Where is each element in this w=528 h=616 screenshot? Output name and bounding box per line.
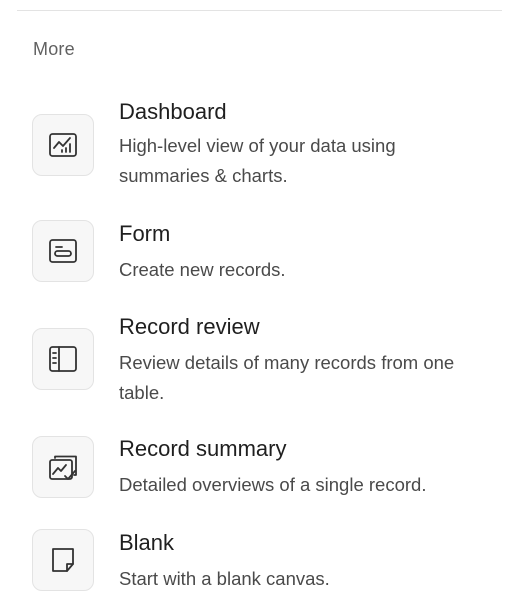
- section-title: More: [33, 39, 75, 59]
- record-summary-title: Record summary: [119, 436, 287, 461]
- option-record-review[interactable]: Record review Review details of many rec…: [32, 313, 502, 408]
- record-review-icon-tile: [32, 328, 94, 390]
- image-check-icon: [49, 455, 77, 480]
- sidebar-layout-icon: [49, 346, 77, 372]
- option-dashboard[interactable]: Dashboard High-level view of your data u…: [32, 98, 502, 193]
- option-record-summary[interactable]: Record summary Detailed overviews of a s…: [32, 435, 502, 505]
- dashboard-description: High-level view of your data using summa…: [119, 135, 396, 186]
- dashboard-title: Dashboard: [119, 99, 227, 124]
- blank-page-icon: [52, 548, 74, 572]
- form-icon-tile: [32, 220, 94, 282]
- dashboard-icon-tile: [32, 114, 94, 176]
- option-form[interactable]: Form Create new records.: [32, 220, 502, 290]
- blank-description: Start with a blank canvas.: [119, 568, 330, 589]
- form-title: Form: [119, 221, 171, 246]
- option-blank[interactable]: Blank Start with a blank canvas.: [32, 529, 502, 599]
- record-summary-description: Detailed overviews of a single record.: [119, 474, 427, 495]
- top-divider: [17, 10, 502, 11]
- blank-icon-tile: [32, 529, 94, 591]
- form-icon: [49, 239, 77, 263]
- record-review-title: Record review: [119, 314, 260, 339]
- form-description: Create new records.: [119, 259, 286, 280]
- blank-title: Blank: [119, 530, 175, 555]
- record-summary-icon-tile: [32, 436, 94, 498]
- record-review-description: Review details of many records from one …: [119, 352, 455, 403]
- chart-icon: [49, 133, 77, 157]
